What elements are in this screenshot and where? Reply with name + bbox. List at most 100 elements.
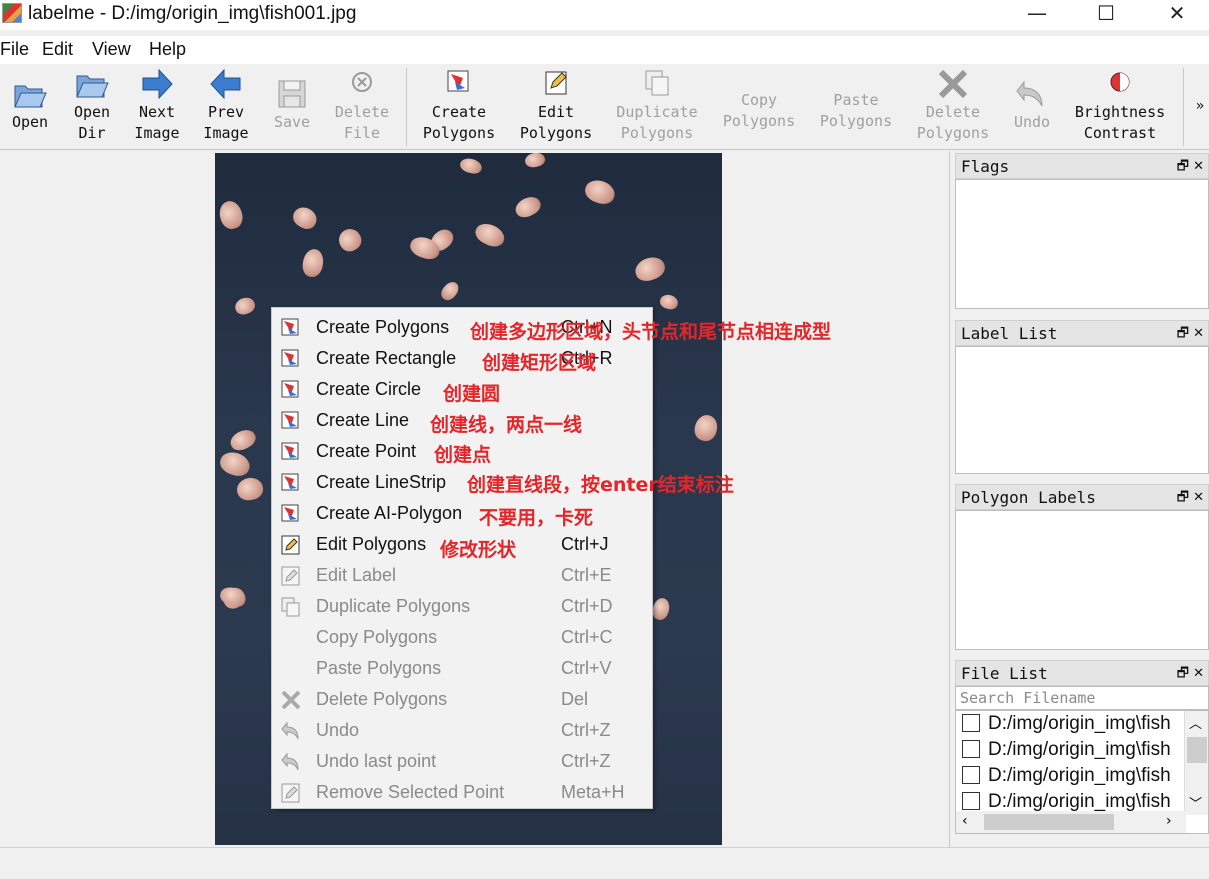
file-checkbox[interactable] bbox=[962, 766, 980, 784]
scrollbar-thumb[interactable] bbox=[1187, 737, 1207, 763]
dock-header: Label List 🗗 ✕ bbox=[955, 320, 1209, 346]
search-filename-input[interactable]: Search Filename bbox=[955, 686, 1209, 710]
horizontal-scrollbar[interactable]: ‹ › bbox=[956, 811, 1186, 833]
edit-icon bbox=[281, 535, 300, 555]
menu-item-undo[interactable]: Undo Ctrl+Z bbox=[272, 715, 652, 746]
canvas-area[interactable]: Create Polygons Ctrl+N Create Rectangle … bbox=[0, 151, 950, 847]
brightness-contrast-button[interactable]: Brightness Contrast bbox=[1070, 66, 1170, 144]
chevron-right-icon[interactable]: › bbox=[1166, 813, 1172, 829]
menu-item-copy-polygons[interactable]: Copy Polygons Ctrl+C bbox=[272, 622, 652, 653]
save-button[interactable]: Save bbox=[268, 76, 316, 133]
chevron-down-icon[interactable]: ﹀ bbox=[1189, 793, 1202, 812]
edit-icon bbox=[281, 783, 300, 803]
toolbar: Open Open Dir Next Image Prev Image Save… bbox=[0, 64, 1209, 150]
float-icon[interactable]: 🗗 bbox=[1177, 490, 1189, 505]
scrollbar-thumb[interactable] bbox=[984, 814, 1114, 830]
close-icon[interactable]: ✕ bbox=[1193, 159, 1204, 174]
label-list-dock: Label List 🗗 ✕ bbox=[955, 320, 1209, 474]
file-list[interactable]: D:/img/origin_img\fish D:/img/origin_img… bbox=[955, 710, 1209, 834]
close-button[interactable]: ✕ bbox=[1142, 0, 1209, 28]
annotation-create-line: 创建线，两点一线 bbox=[430, 414, 583, 436]
close-icon[interactable]: ✕ bbox=[1193, 326, 1204, 341]
edit-icon bbox=[545, 71, 567, 95]
menu-item-remove-selected-point[interactable]: Remove Selected Point Meta+H bbox=[272, 777, 652, 808]
label-list[interactable] bbox=[955, 346, 1209, 474]
copy-polygons-button[interactable]: Copy Polygons bbox=[718, 90, 800, 132]
menu-item-undo-last-point[interactable]: Undo last point Ctrl+Z bbox=[272, 746, 652, 777]
duplicate-polygons-button[interactable]: Duplicate Polygons bbox=[612, 66, 702, 144]
title-bar: labelme - D:/img/origin_img\fish001.jpg … bbox=[0, 0, 1209, 30]
annotation-create-ai-polygon: 不要用，卡死 bbox=[479, 507, 594, 529]
file-checkbox[interactable] bbox=[962, 740, 980, 758]
arrow-right-icon bbox=[142, 68, 173, 100]
vertical-scrollbar[interactable]: ︿ ﹀ bbox=[1184, 711, 1208, 815]
polygon-icon bbox=[281, 318, 299, 336]
polygon-icon bbox=[281, 349, 299, 367]
window-title: labelme - D:/img/origin_img\fish001.jpg bbox=[28, 3, 357, 24]
close-icon[interactable]: ✕ bbox=[1193, 490, 1204, 505]
undo-icon bbox=[281, 752, 299, 771]
brightness-icon bbox=[1110, 72, 1130, 92]
arrow-left-icon bbox=[210, 68, 241, 100]
chevron-left-icon[interactable]: ‹ bbox=[962, 813, 968, 829]
list-item[interactable]: D:/img/origin_img\fish bbox=[956, 737, 1208, 763]
close-icon[interactable]: ✕ bbox=[1193, 666, 1204, 681]
minimize-button[interactable]: — bbox=[1002, 0, 1072, 28]
list-item[interactable]: D:/img/origin_img\fish bbox=[956, 763, 1208, 789]
polygon-icon bbox=[281, 473, 299, 491]
undo-icon bbox=[1016, 80, 1043, 107]
folder-open-icon bbox=[14, 85, 47, 108]
save-icon bbox=[278, 80, 306, 108]
annotation-create-point: 创建点 bbox=[434, 444, 492, 466]
dock-header: Flags 🗗 ✕ bbox=[955, 153, 1209, 179]
menu-bar: File Edit View Help bbox=[0, 36, 1209, 64]
polygon-labels-dock: Polygon Labels 🗗 ✕ bbox=[955, 484, 1209, 650]
menu-item-delete-polygons[interactable]: Delete Polygons Del bbox=[272, 684, 652, 715]
polygon-icon bbox=[281, 442, 299, 460]
menu-item-duplicate-polygons[interactable]: Duplicate Polygons Ctrl+D bbox=[272, 591, 652, 622]
float-icon[interactable]: 🗗 bbox=[1177, 666, 1189, 681]
paste-polygons-button[interactable]: Paste Polygons bbox=[814, 90, 898, 132]
folder-open-icon bbox=[76, 75, 109, 98]
delete-x-icon bbox=[938, 69, 968, 99]
menu-help[interactable]: Help bbox=[149, 39, 186, 60]
delete-file-button[interactable]: Delete File bbox=[330, 66, 394, 144]
annotation-edit-polygons: 修改形状 bbox=[440, 539, 517, 561]
chevron-up-icon[interactable]: ︿ bbox=[1189, 713, 1202, 732]
file-checkbox[interactable] bbox=[962, 792, 980, 810]
polygon-labels-list[interactable] bbox=[955, 510, 1209, 650]
file-list-dock: File List 🗗 ✕ Search Filename D:/img/ori… bbox=[955, 660, 1209, 834]
float-icon[interactable]: 🗗 bbox=[1177, 326, 1189, 341]
dock-header: File List 🗗 ✕ bbox=[955, 660, 1209, 686]
file-checkbox[interactable] bbox=[962, 714, 980, 732]
create-polygons-button[interactable]: Create Polygons bbox=[418, 66, 500, 144]
menu-file[interactable]: File bbox=[0, 39, 29, 60]
edit-polygons-button[interactable]: Edit Polygons bbox=[514, 66, 598, 144]
open-button[interactable]: Open bbox=[6, 76, 54, 133]
toolbar-overflow-button[interactable]: » bbox=[1192, 96, 1208, 117]
delete-polygons-button[interactable]: Delete Polygons bbox=[912, 66, 994, 144]
polygon-icon bbox=[281, 380, 299, 398]
undo-button[interactable]: Undo bbox=[1006, 76, 1058, 133]
polygon-icon bbox=[281, 411, 299, 429]
maximize-button[interactable]: ☐ bbox=[1071, 0, 1141, 28]
toolbar-separator bbox=[1183, 68, 1184, 146]
polygon-icon bbox=[447, 70, 469, 92]
toolbar-separator bbox=[406, 68, 407, 146]
delete-x-icon bbox=[281, 690, 301, 710]
float-icon[interactable]: 🗗 bbox=[1177, 159, 1189, 174]
duplicate-icon bbox=[645, 70, 669, 96]
open-dir-button[interactable]: Open Dir bbox=[66, 66, 118, 144]
flags-list[interactable] bbox=[955, 179, 1209, 309]
menu-item-paste-polygons[interactable]: Paste Polygons Ctrl+V bbox=[272, 653, 652, 684]
menu-view[interactable]: View bbox=[92, 39, 131, 60]
polygon-icon bbox=[281, 504, 299, 522]
next-image-button[interactable]: Next Image bbox=[130, 66, 184, 144]
edit-icon bbox=[281, 566, 300, 586]
duplicate-icon bbox=[281, 597, 300, 617]
menu-edit[interactable]: Edit bbox=[42, 39, 73, 60]
menu-item-create-ai-polygon[interactable]: Create AI-Polygon bbox=[272, 498, 652, 529]
list-item[interactable]: D:/img/origin_img\fish bbox=[956, 711, 1208, 737]
menu-item-edit-label[interactable]: Edit Label Ctrl+E bbox=[272, 560, 652, 591]
prev-image-button[interactable]: Prev Image bbox=[198, 66, 254, 144]
